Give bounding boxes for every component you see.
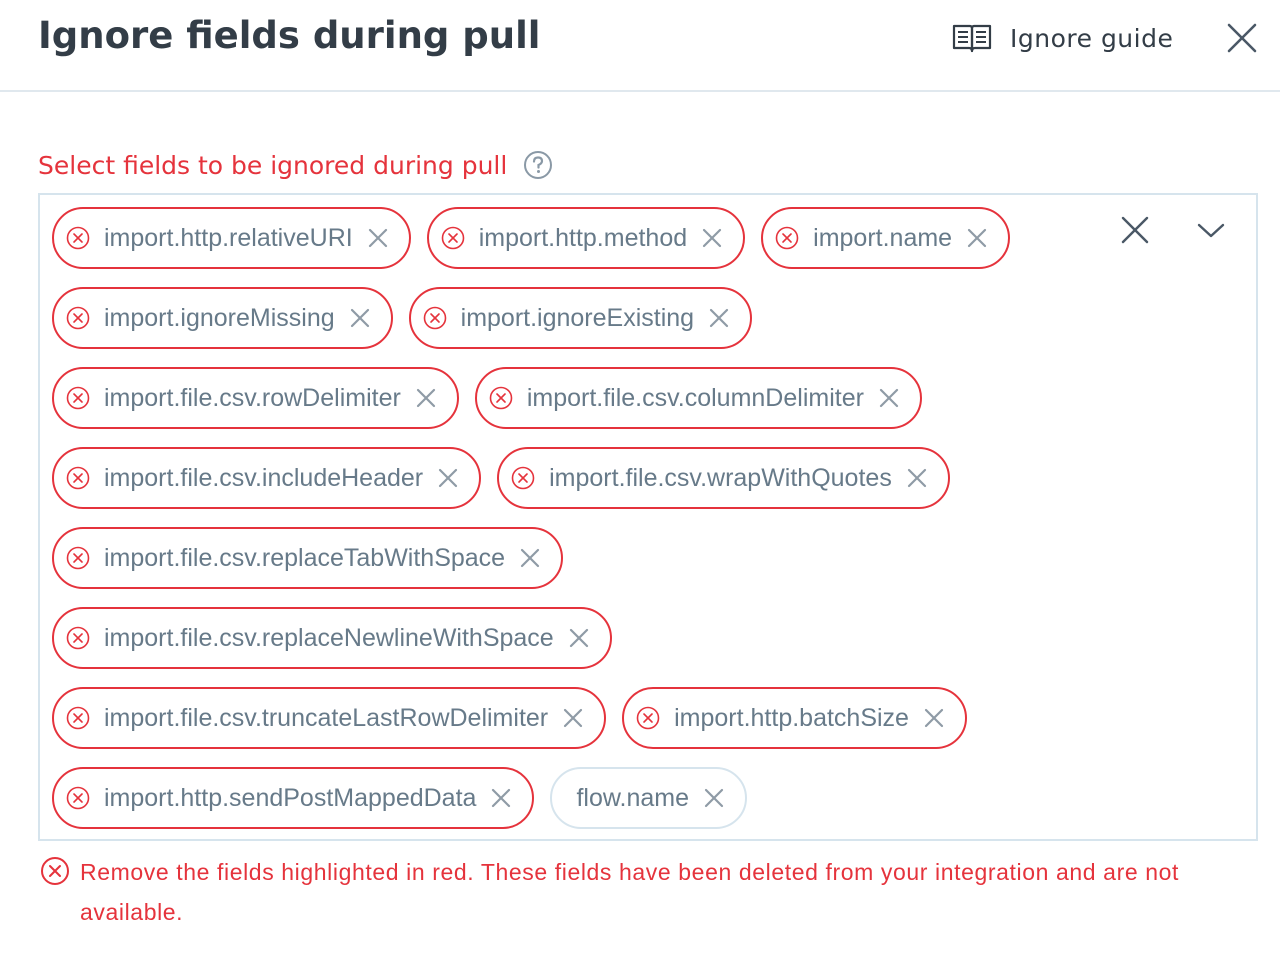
chip-label: import.file.csv.includeHeader [104,463,424,492]
ignore-guide-label: Ignore guide [1010,23,1174,53]
remove-chip-icon[interactable] [415,387,437,409]
ignore-fields-select[interactable]: import.http.relativeURI import.http.metho… [38,193,1258,841]
error-icon [423,306,446,330]
chip-label: import.http.batchSize [674,703,909,732]
error-icon [66,546,90,570]
field-label: Select fields to be ignored during pull [38,150,553,180]
error-message: Remove the fields highlighted in red. Th… [40,852,1260,932]
remove-chip-icon[interactable] [367,227,389,249]
dialog-title: Ignore fields during pull [38,14,541,57]
field-chip[interactable]: import.file.csv.truncateLastRowDelimiter [52,687,607,749]
error-icon [441,226,465,250]
remove-chip-icon[interactable] [568,627,590,649]
dropdown-toggle[interactable] [1196,219,1226,241]
remove-chip-icon[interactable] [701,227,723,249]
chip-label: flow.name [576,783,689,812]
error-icon [511,466,535,490]
field-chip[interactable]: import.file.csv.includeHeader [52,447,482,509]
error-icon [66,306,90,330]
chip-label: import.name [813,223,953,252]
close-icon [1227,23,1257,53]
error-icon [66,706,90,730]
field-chip[interactable]: import.file.csv.wrapWithQuotes [497,447,950,509]
error-icon [636,706,660,730]
field-chip[interactable]: import.http.method [426,207,746,269]
remove-chip-icon[interactable] [708,307,730,329]
remove-chip-icon[interactable] [906,467,928,489]
field-chip[interactable]: import.http.relativeURI [52,207,411,269]
remove-chip-icon[interactable] [923,707,945,729]
chip-label: import.http.method [478,223,688,252]
chip-label: import.http.relativeURI [104,223,353,252]
book-icon [952,24,992,53]
remove-chip-icon[interactable] [519,547,541,569]
chip-label: import.file.csv.replaceTabWithSpace [104,543,506,572]
chip-label: import.http.sendPostMappedData [104,783,477,812]
error-icon [775,226,799,250]
clear-all-button[interactable] [1118,213,1152,247]
error-icon [41,857,69,885]
remove-chip-icon[interactable] [562,707,584,729]
field-chip[interactable]: flow.name [550,767,747,829]
field-chip[interactable]: import.file.csv.rowDelimiter [52,367,459,429]
selected-chips: import.http.relativeURI import.http.metho… [52,207,1092,829]
ignore-guide-link[interactable]: Ignore guide [952,20,1173,56]
remove-chip-icon[interactable] [490,787,512,809]
clear-icon [1121,216,1149,244]
chip-label: import.file.csv.wrapWithQuotes [549,463,892,492]
field-label-text: Select fields to be ignored during pull [38,150,508,180]
dialog-header: Ignore fields during pull Ignore guide [0,0,1280,92]
error-icon [66,786,90,810]
field-chip[interactable]: import.file.csv.columnDelimiter [474,367,922,429]
chip-label: import.file.csv.replaceNewlineWithSpace [104,623,554,652]
error-icon [66,466,90,490]
error-icon [66,386,90,410]
chip-label: import.file.csv.truncateLastRowDelimiter [104,703,549,732]
help-icon[interactable] [523,150,553,180]
close-dialog-button[interactable] [1224,20,1260,56]
remove-chip-icon[interactable] [878,387,900,409]
field-chip[interactable]: import.ignoreExisting [408,287,753,349]
error-icon [489,386,513,410]
remove-chip-icon[interactable] [966,227,988,249]
chevron-down-icon [1197,223,1225,238]
chip-label: import.ignoreMissing [104,303,335,332]
field-chip[interactable]: import.file.csv.replaceTabWithSpace [52,527,564,589]
chip-label: import.ignoreExisting [460,303,695,332]
chip-label: import.file.csv.rowDelimiter [104,383,401,412]
error-text: Remove the fields highlighted in red. Th… [80,859,1179,925]
chip-label: import.file.csv.columnDelimiter [526,383,864,412]
remove-chip-icon[interactable] [703,787,725,809]
remove-chip-icon[interactable] [349,307,371,329]
field-chip[interactable]: import.http.sendPostMappedData [52,767,535,829]
field-chip[interactable]: import.file.csv.replaceNewlineWithSpace [52,607,612,669]
field-chip[interactable]: import.ignoreMissing [52,287,393,349]
error-icon [66,226,90,250]
field-chip[interactable]: import.name [761,207,1011,269]
field-chip[interactable]: import.http.batchSize [622,687,967,749]
error-icon [66,626,90,650]
remove-chip-icon[interactable] [437,467,459,489]
